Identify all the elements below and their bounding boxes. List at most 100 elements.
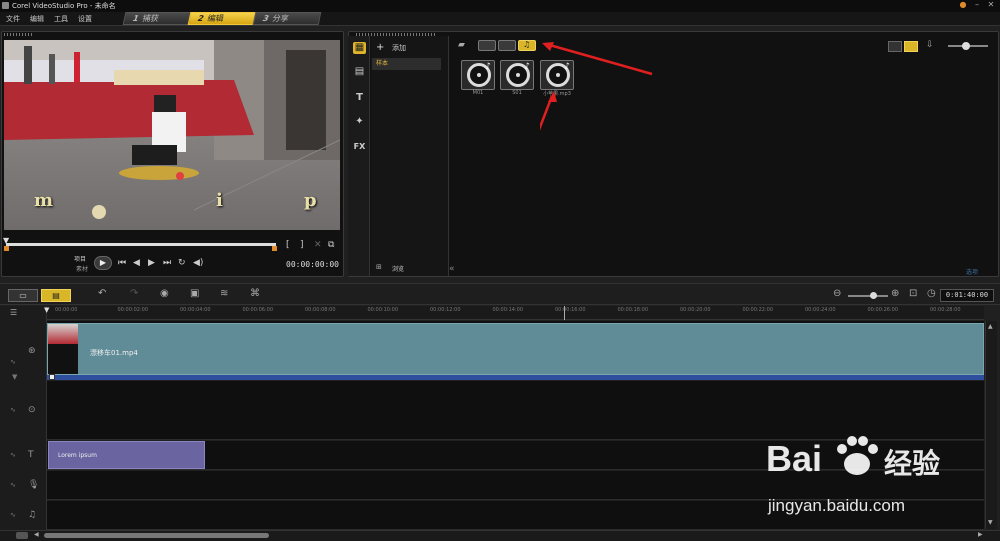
arrow-line [545, 42, 653, 76]
step-edit[interactable]: 2 编辑 [187, 12, 257, 25]
playhead-icon[interactable]: ▼ [44, 306, 49, 314]
playhead-marker[interactable] [564, 306, 565, 320]
redo-icon[interactable]: ↷ [130, 288, 138, 299]
music-note-icon: ♫ [523, 40, 531, 49]
mark-out-button[interactable]: ] [300, 240, 304, 250]
item-caption: M01 [472, 90, 484, 96]
go-start-icon[interactable]: ⏮ [118, 258, 126, 268]
timeline-options-button[interactable] [16, 532, 28, 539]
volume-icon[interactable]: ◀) [193, 258, 203, 268]
show-photos-button[interactable] [498, 40, 516, 51]
media-library-icon[interactable]: ▦ [353, 42, 366, 54]
next-frame-icon[interactable]: ▶ [148, 258, 155, 268]
keyframe-marker[interactable] [49, 374, 55, 380]
close-button[interactable]: ✕ [986, 0, 996, 10]
title-track-icon: T [28, 450, 34, 460]
track-manager-icon[interactable]: ☰ [10, 308, 17, 317]
sort-icon[interactable]: ⇩ [926, 40, 934, 50]
mode-project[interactable]: 项目 [74, 254, 86, 263]
app-logo-icon [2, 2, 9, 9]
go-end-icon[interactable]: ⏭ [163, 258, 171, 268]
browse-label[interactable]: 浏览 [392, 264, 404, 273]
mark-out-handle[interactable] [272, 246, 277, 251]
horizontal-scroll-thumb[interactable] [44, 533, 269, 538]
scroll-up-icon[interactable]: ▲ [988, 323, 995, 330]
mode-clip[interactable]: 素材 [76, 264, 88, 273]
slider-handle[interactable] [962, 42, 970, 50]
clock-icon[interactable]: ◷ [927, 288, 936, 299]
menu-tools[interactable]: 工具 [54, 14, 68, 24]
list-view-button[interactable] [888, 41, 902, 52]
zoom-slider-handle[interactable] [870, 292, 877, 299]
thumbnail-view-button[interactable] [904, 41, 918, 52]
repeat-icon[interactable]: ↻ [178, 258, 186, 268]
track-toggle-icon[interactable]: ∿ [10, 406, 16, 414]
scroll-down-icon[interactable]: ▼ [988, 519, 995, 526]
auto-music-icon[interactable]: ≋ [220, 288, 228, 299]
project-duration[interactable]: 0:01:40:00 [940, 289, 994, 302]
fx-filter-icon[interactable]: FX [353, 141, 366, 153]
split-clip-icon[interactable]: ✕ [314, 240, 322, 250]
collapse-icon[interactable]: « [449, 264, 455, 274]
scroll-left-icon[interactable]: ◀ [34, 531, 39, 538]
timecode-display[interactable]: 00:00:00:00 [286, 260, 339, 269]
track-toggle-icon[interactable]: ∿ [10, 511, 16, 519]
mix-audio-icon[interactable]: ▣ [190, 288, 199, 299]
zoom-slider[interactable] [848, 295, 888, 297]
storyboard-view-button[interactable]: ▭ [8, 289, 38, 302]
title-icon[interactable]: T [353, 92, 366, 104]
menu-edit[interactable]: 编辑 [30, 14, 44, 24]
mark-in-handle[interactable] [4, 246, 9, 251]
help-icon[interactable]: ● [958, 0, 968, 10]
annotation-arrows [540, 42, 653, 131]
subtitle-letter: p [304, 190, 317, 211]
options-label[interactable]: 选项 [966, 267, 978, 276]
audio-waveform-bar[interactable] [47, 375, 984, 380]
track-toggle-icon[interactable]: ∿ [10, 451, 16, 459]
timeline-view-button[interactable]: ▤ [41, 289, 71, 302]
step-share[interactable]: 3 分享 [252, 12, 322, 25]
play-button[interactable]: ▶ [94, 256, 112, 270]
motion-track-icon[interactable]: ⌘ [250, 288, 260, 299]
record-capture-icon[interactable]: ◉ [160, 288, 169, 299]
prev-frame-icon[interactable]: ◀ [133, 258, 140, 268]
folder-item-sample[interactable]: 样本 [372, 58, 441, 70]
track-toggle-icon[interactable]: ∿ [10, 481, 16, 489]
scroll-right-icon[interactable]: ▶ [978, 531, 983, 538]
browse-icon[interactable]: ⊞ [376, 263, 382, 271]
add-folder-label[interactable]: 添加 [392, 43, 406, 53]
add-folder-icon[interactable]: + [376, 42, 384, 53]
mark-in-button[interactable]: [ [286, 240, 290, 250]
ruler-tick-label: 00:00:26:00 [867, 307, 899, 313]
show-videos-button[interactable] [478, 40, 496, 51]
menu-settings[interactable]: 设置 [78, 14, 92, 24]
expand-track-icon[interactable]: ▼ [12, 373, 17, 381]
graphic-icon[interactable]: ✦ [353, 116, 366, 128]
baidu-brand-cn: 经验 [884, 447, 941, 480]
enlarge-preview-icon[interactable]: ⧉ [328, 240, 334, 250]
ruler-tick-label: 00:00:14:00 [492, 307, 524, 313]
ruler-tick-label: 00:00:24:00 [805, 307, 836, 313]
video-preview: m i p [4, 40, 340, 230]
panel-grip[interactable] [4, 33, 34, 36]
minimize-button[interactable]: – [972, 0, 982, 10]
track-toggle-icon[interactable]: ∿ [10, 358, 16, 366]
zoom-in-icon[interactable]: ⊕ [891, 288, 899, 299]
undo-icon[interactable]: ↶ [98, 288, 106, 299]
ruler-tick-label: 00:00:00 [55, 307, 78, 313]
library-item-m01[interactable]: ♪ [461, 60, 495, 90]
ruler-tick-label: 00:00:04:00 [180, 307, 211, 313]
step-capture[interactable]: 1 捕获 [122, 12, 192, 25]
baidu-brand: Bai [766, 438, 823, 479]
fit-project-icon[interactable]: ⊡ [909, 288, 917, 299]
library-item-s01[interactable]: ♪ [500, 60, 534, 90]
arrow-line [540, 95, 554, 131]
scrub-bar[interactable] [6, 243, 276, 246]
zoom-out-icon[interactable]: ⊖ [833, 288, 841, 299]
instant-project-icon[interactable]: ▤ [353, 66, 366, 78]
folder-icon[interactable]: ▰ [458, 40, 465, 50]
show-audio-button[interactable]: ♫ [518, 40, 536, 51]
video-clip[interactable] [47, 323, 984, 375]
menu-file[interactable]: 文件 [6, 14, 20, 24]
vertical-scrollbar[interactable]: ▲ ▼ [985, 321, 997, 529]
